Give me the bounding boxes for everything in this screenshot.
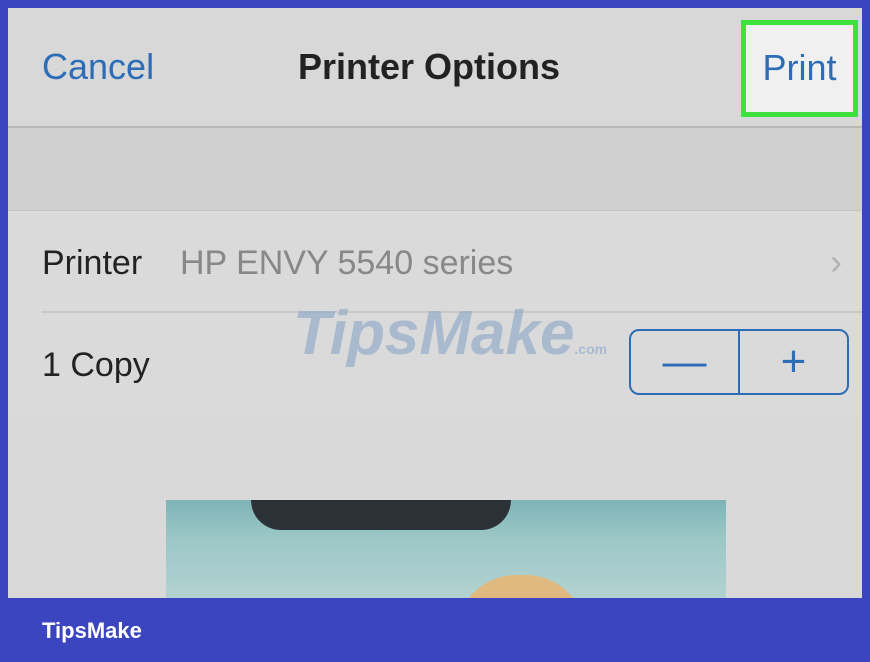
preview-shape-dark [251, 500, 511, 530]
section-spacer [8, 128, 862, 210]
print-preview-area [8, 415, 862, 598]
phone-screen: Cancel Printer Options Print Printer HP … [8, 8, 862, 598]
document-preview-image[interactable] [166, 500, 726, 598]
preview-shape-hair [456, 575, 586, 598]
page-title: Printer Options [297, 46, 561, 87]
watermark-logo: TipsMake.com [293, 298, 607, 369]
watermark-text: TipsMake [293, 299, 575, 368]
chevron-right-icon: › [830, 241, 842, 282]
printer-name: HP ENVY 5540 series [180, 244, 514, 282]
print-button[interactable]: Print [741, 20, 858, 117]
copies-label: 1 Copy [42, 346, 150, 384]
copies-stepper: — + [629, 329, 849, 395]
brand-footer: TipsMake [0, 598, 870, 662]
decrement-button[interactable]: — [631, 331, 740, 393]
watermark-suffix: .com [574, 341, 608, 357]
brand-logo: TipsMake [42, 618, 142, 643]
printer-label: Printer [42, 244, 143, 282]
increment-button[interactable]: + [740, 331, 847, 393]
navigation-bar: Cancel Printer Options Print [8, 8, 862, 128]
